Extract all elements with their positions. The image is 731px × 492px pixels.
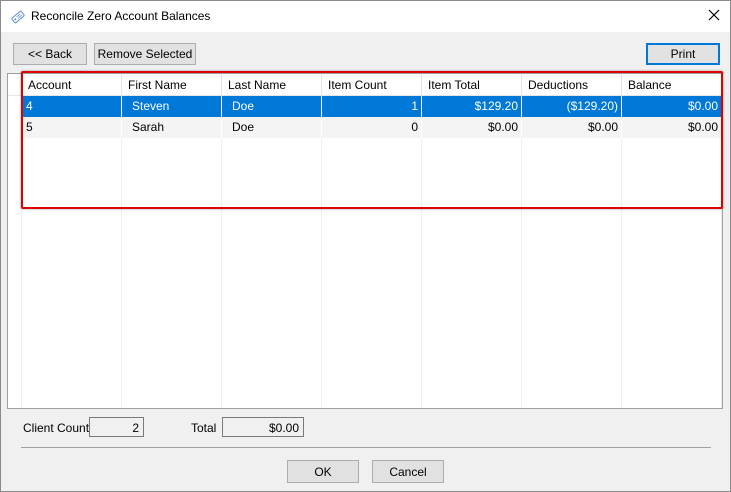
- print-button[interactable]: Print: [646, 43, 720, 65]
- title-bar: Reconcile Zero Account Balances: [1, 1, 730, 32]
- window-title: Reconcile Zero Account Balances: [31, 9, 211, 23]
- remove-selected-button[interactable]: Remove Selected: [94, 43, 196, 65]
- client-count-field: 2: [89, 417, 144, 437]
- dialog-window: Reconcile Zero Account Balances << Back …: [0, 0, 731, 492]
- total-field: $0.00: [222, 417, 304, 437]
- tag-icon: [10, 9, 26, 25]
- cancel-button[interactable]: Cancel: [372, 460, 444, 483]
- client-count-label: Client Count: [23, 421, 90, 435]
- total-label: Total: [191, 421, 217, 435]
- footer-divider: [21, 447, 711, 448]
- highlight-annotation-box: [21, 71, 723, 209]
- back-button[interactable]: << Back: [13, 43, 87, 65]
- close-icon: [708, 9, 720, 24]
- close-button[interactable]: [698, 1, 730, 32]
- ok-button[interactable]: OK: [287, 460, 359, 483]
